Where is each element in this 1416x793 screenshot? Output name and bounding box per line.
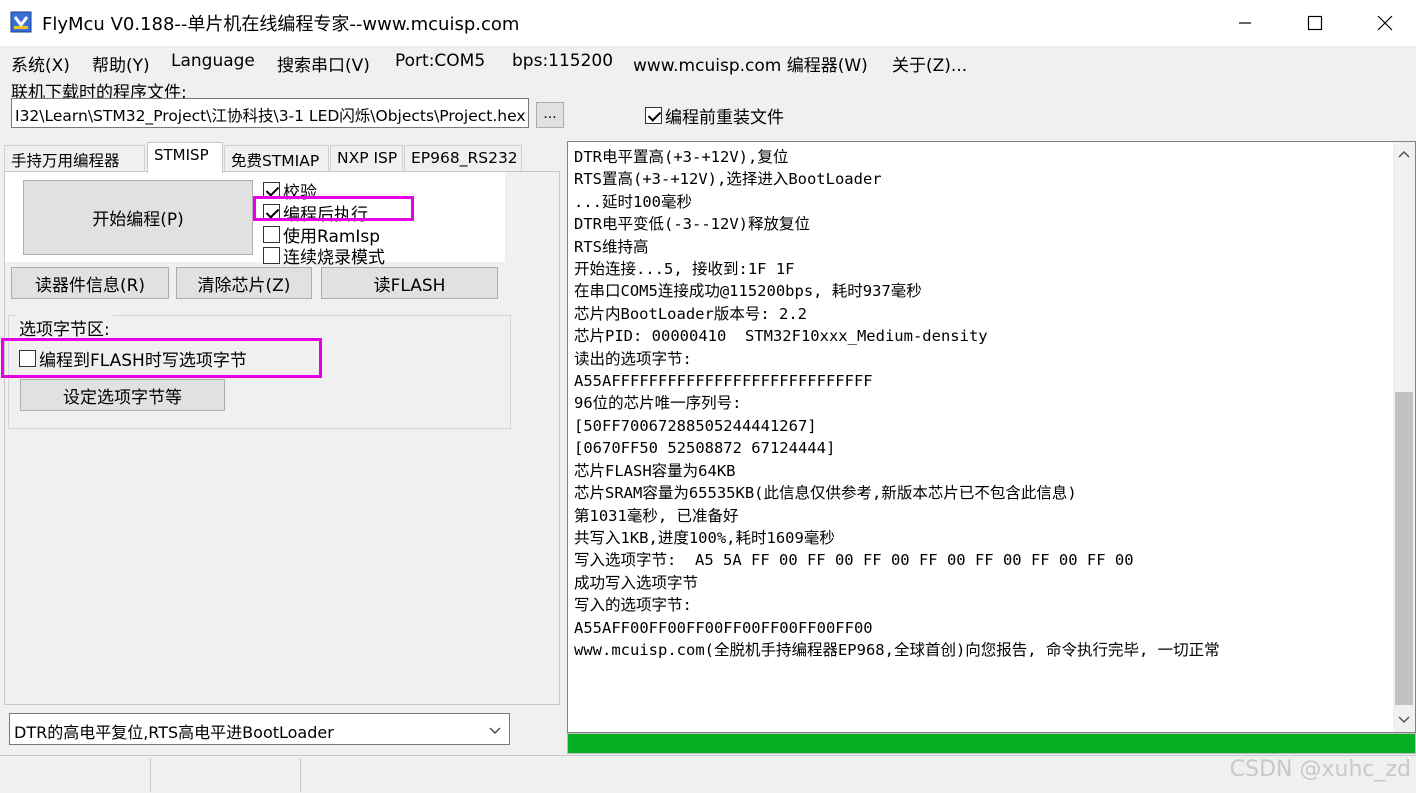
tab-handheld-programmer[interactable]: 手持万用编程器	[4, 145, 145, 172]
flymcu-app-icon	[10, 11, 32, 33]
maximize-icon	[1307, 15, 1323, 31]
log-text: DTR电平置高(+3-+12V),复位 RTS置高(+3-+12V),选择进入B…	[574, 148, 1220, 659]
menu-language[interactable]: Language	[171, 51, 255, 71]
minimize-button[interactable]	[1210, 0, 1280, 46]
close-icon	[1377, 15, 1393, 31]
chevron-down-icon[interactable]	[1397, 712, 1411, 726]
menu-programmer[interactable]: www.mcuisp.com 编程器(W)	[633, 51, 868, 76]
reset-mode-dropdown[interactable]: DTR的高电平复位,RTS高电平进BootLoader	[9, 713, 510, 745]
scroll-thumb[interactable]	[1395, 392, 1413, 705]
maximize-button[interactable]	[1280, 0, 1350, 46]
verify-checkbox[interactable]	[263, 182, 280, 199]
write-option-bytes-option[interactable]: 编程到FLASH时写选项字节	[19, 346, 247, 371]
continuous-burn-checkbox[interactable]	[263, 247, 280, 264]
erase-chip-button[interactable]: 清除芯片(Z)	[176, 267, 312, 299]
option-byte-group-label: 选项字节区:	[16, 315, 113, 340]
menu-help[interactable]: 帮助(Y)	[92, 51, 150, 76]
execute-after-program-checkbox[interactable]	[263, 204, 280, 221]
chevron-down-icon	[489, 727, 501, 734]
menu-bps[interactable]: bps:115200	[512, 51, 613, 71]
stmisp-panel: 开始编程(P) 校验 编程后执行 使用RamIsp 连续烧录模式 读器件信息(R…	[4, 171, 560, 705]
start-programming-button[interactable]: 开始编程(P)	[23, 180, 253, 255]
watermark: CSDN @xuhc_zd	[1229, 757, 1411, 782]
status-bar	[0, 755, 1416, 793]
status-separator	[300, 758, 301, 792]
write-option-bytes-label: 编程到FLASH时写选项字节	[39, 351, 247, 371]
tab-free-stmiap[interactable]: 免费STMIAP	[224, 145, 329, 172]
close-button[interactable]	[1350, 0, 1416, 46]
write-option-bytes-checkbox[interactable]	[19, 350, 36, 367]
continuous-burn-option[interactable]: 连续烧录模式	[263, 243, 385, 268]
reset-mode-value: DTR的高电平复位,RTS高电平进BootLoader	[14, 723, 334, 742]
menu-system[interactable]: 系统(X)	[11, 51, 70, 76]
minimize-icon	[1239, 22, 1251, 24]
menu-search-port[interactable]: 搜索串口(V)	[277, 51, 370, 76]
use-ramisp-checkbox[interactable]	[263, 226, 280, 243]
log-output[interactable]: DTR电平置高(+3-+12V),复位 RTS置高(+3-+12V),选择进入B…	[567, 141, 1416, 733]
set-option-bytes-button[interactable]: 设定选项字节等	[20, 379, 225, 411]
tab-nxp-isp[interactable]: NXP ISP	[330, 145, 403, 172]
progress-bar	[567, 733, 1416, 754]
continuous-burn-label: 连续烧录模式	[283, 248, 385, 268]
menu-bar: 系统(X) 帮助(Y) Language 搜索串口(V) Port:COM5 b…	[0, 46, 1416, 76]
status-separator	[150, 758, 151, 792]
window-title: FlyMcu V0.188--单片机在线编程专家--www.mcuisp.com	[42, 14, 520, 35]
reload-checkbox[interactable]	[645, 107, 662, 124]
reload-before-program-option[interactable]: 编程前重装文件	[645, 103, 784, 128]
chevron-up-icon[interactable]	[1397, 148, 1411, 162]
tab-stmisp[interactable]: STMISP	[147, 142, 223, 173]
read-flash-button[interactable]: 读FLASH	[321, 267, 498, 299]
progress-fill	[568, 734, 1415, 753]
read-device-info-button[interactable]: 读器件信息(R)	[11, 267, 169, 299]
menu-about[interactable]: 关于(Z)...	[892, 51, 967, 76]
menu-port[interactable]: Port:COM5	[395, 51, 485, 71]
reload-label: 编程前重装文件	[665, 108, 784, 128]
program-file-input[interactable]: I32\Learn\STM32_Project\江协科技\3-1 LED闪烁\O…	[11, 98, 529, 128]
title-bar: FlyMcu V0.188--单片机在线编程专家--www.mcuisp.com	[0, 0, 1416, 46]
browse-button[interactable]: ...	[536, 102, 564, 128]
log-scrollbar[interactable]	[1393, 142, 1415, 732]
tab-ep968-rs232[interactable]: EP968_RS232	[404, 145, 522, 172]
